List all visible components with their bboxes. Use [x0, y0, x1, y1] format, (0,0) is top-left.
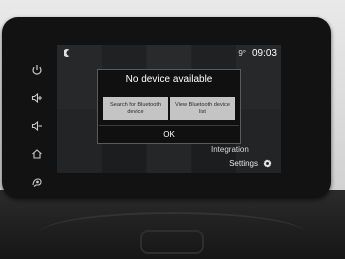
gear-icon [263, 159, 272, 168]
view-bluetooth-list-button[interactable]: View Bluetooth device list [170, 97, 235, 120]
moon-icon [62, 49, 70, 57]
voice-assistant-button[interactable] [28, 173, 46, 191]
clock: 09:03 [251, 48, 277, 59]
status-bar: 9° 09:03 [238, 48, 277, 59]
voice-assistant-icon [32, 178, 42, 187]
volume-up-button[interactable] [28, 89, 46, 107]
home-icon [32, 149, 42, 159]
power-button[interactable] [28, 61, 46, 79]
settings-label: Settings [229, 159, 258, 168]
settings-shortcut[interactable]: Settings [229, 159, 272, 168]
infotainment-screen: 9° 09:03 ine Integration Settings No dev… [57, 45, 281, 173]
no-device-dialog: No device available Search for Bluetooth… [97, 69, 241, 144]
dashboard-lower-panel [0, 190, 345, 259]
volume-down-button[interactable] [28, 117, 46, 135]
volume-up-icon [31, 92, 42, 104]
home-button[interactable] [28, 145, 46, 163]
power-icon [32, 65, 42, 75]
tile-label-integration[interactable]: Integration [211, 145, 249, 154]
dialog-title: No device available [125, 74, 213, 85]
night-mode-indicator [62, 49, 71, 60]
volume-down-icon [31, 120, 42, 132]
side-button-column [22, 61, 52, 191]
search-bluetooth-button[interactable]: Search for Bluetooth device [103, 97, 168, 120]
ok-button[interactable]: OK [99, 125, 239, 142]
outside-temperature: 9° [238, 49, 246, 58]
